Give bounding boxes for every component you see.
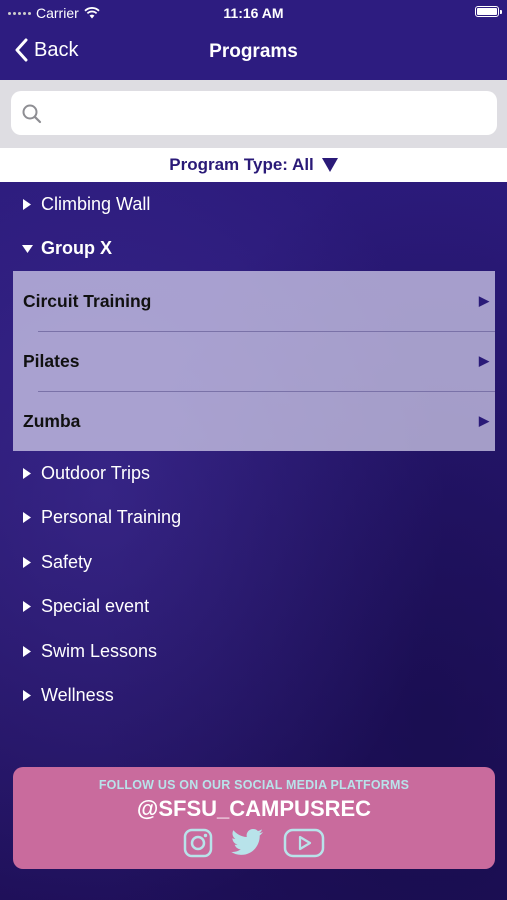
triangle-right-icon xyxy=(13,467,41,479)
category-label: Climbing Wall xyxy=(41,193,151,214)
triangle-right-icon xyxy=(13,645,41,657)
program-label: Zumba xyxy=(23,410,81,431)
category-label: Wellness xyxy=(41,685,114,706)
program-zumba[interactable]: Zumba ▶ xyxy=(13,391,495,451)
category-label: Swim Lessons xyxy=(41,640,158,661)
page-title: Programs xyxy=(209,41,298,62)
search-input[interactable] xyxy=(11,91,497,135)
navigation-bar: Back Programs xyxy=(0,26,507,80)
triangle-right-icon xyxy=(13,198,41,210)
search-bar xyxy=(0,80,507,148)
category-group-x[interactable]: Group X xyxy=(13,227,495,272)
program-label: Circuit Training xyxy=(23,290,152,311)
play-arrow-icon: ▶ xyxy=(479,293,489,308)
status-bar: Carrier 11:16 AM xyxy=(0,0,507,26)
category-safety[interactable]: Safety xyxy=(13,540,495,585)
triangle-right-icon xyxy=(13,601,41,613)
triangle-right-icon xyxy=(13,512,41,524)
program-circuit-training[interactable]: Circuit Training ▶ xyxy=(13,271,495,331)
triangle-down-icon xyxy=(13,244,41,253)
filter-label: Program Type: All xyxy=(169,155,314,174)
category-climbing-wall[interactable]: Climbing Wall xyxy=(13,182,495,227)
program-label: Pilates xyxy=(23,350,80,371)
category-label: Group X xyxy=(41,238,112,259)
triangle-right-icon xyxy=(13,556,41,568)
group-x-programs: Circuit Training ▶ Pilates ▶ Zumba ▶ xyxy=(13,271,495,451)
category-label: Special event xyxy=(41,596,150,617)
instagram-icon[interactable] xyxy=(183,828,213,863)
play-arrow-icon: ▶ xyxy=(479,413,489,428)
program-pilates[interactable]: Pilates ▶ xyxy=(13,331,495,391)
social-handle: @SFSU_CAMPUSREC xyxy=(136,796,372,821)
category-wellness[interactable]: Wellness xyxy=(13,674,495,719)
play-arrow-icon: ▶ xyxy=(479,353,489,368)
social-media-banner: FOLLOW US ON OUR SOCIAL MEDIA PLATFORMS … xyxy=(13,767,495,869)
search-icon xyxy=(22,104,42,124)
category-label: Personal Training xyxy=(41,507,182,528)
category-label: Outdoor Trips xyxy=(41,462,151,483)
program-list: Climbing Wall Group X Circuit Training ▶… xyxy=(13,182,495,718)
triangle-down-icon xyxy=(321,158,338,172)
status-time: 11:16 AM xyxy=(223,5,284,21)
category-label: Safety xyxy=(41,551,93,572)
program-type-filter[interactable]: Program Type: All xyxy=(0,148,507,182)
banner-text: FOLLOW US ON OUR SOCIAL MEDIA PLATFORMS xyxy=(98,778,410,792)
battery-icon xyxy=(475,6,502,17)
youtube-icon[interactable] xyxy=(283,828,325,863)
category-swim-lessons[interactable]: Swim Lessons xyxy=(13,629,495,674)
category-outdoor-trips[interactable]: Outdoor Trips xyxy=(13,451,495,496)
twitter-icon[interactable] xyxy=(231,828,265,863)
category-special-event[interactable]: Special event xyxy=(13,585,495,630)
social-icons xyxy=(13,828,495,863)
category-personal-training[interactable]: Personal Training xyxy=(13,496,495,541)
triangle-right-icon xyxy=(13,690,41,702)
